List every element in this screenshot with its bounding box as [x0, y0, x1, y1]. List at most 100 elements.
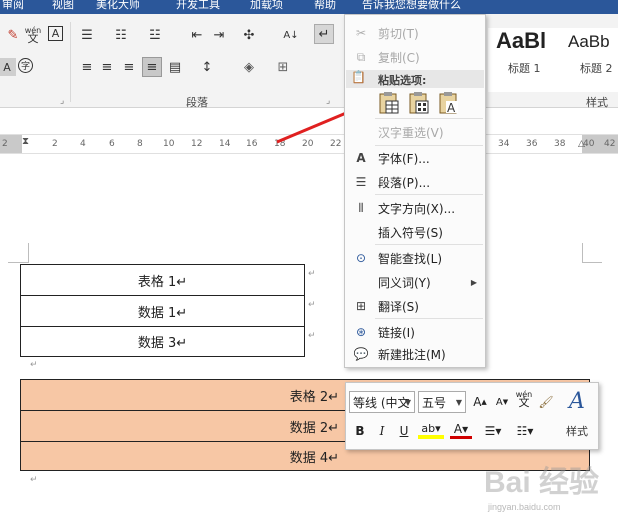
- paragraph-group-launcher-icon[interactable]: ⌟: [326, 96, 330, 106]
- line-spacing-icon[interactable]: ↕: [198, 58, 216, 76]
- tab-view[interactable]: 视图: [52, 0, 74, 12]
- underline-button[interactable]: U: [394, 421, 414, 441]
- distributed-icon[interactable]: ▤: [166, 58, 184, 76]
- enclose-characters-icon[interactable]: 字: [18, 58, 33, 73]
- style-heading2-name: 标题 2: [580, 62, 613, 75]
- grow-font-icon[interactable]: A ▲: [470, 392, 490, 412]
- character-shading-icon[interactable]: A: [0, 58, 16, 76]
- sort-icon[interactable]: A↓: [282, 26, 300, 44]
- menu-item-hanzi-reselect[interactable]: 汉字重选(V): [345, 120, 485, 144]
- font-color-icon[interactable]: A▾: [450, 421, 472, 439]
- paste-keep-text-only-icon[interactable]: A: [437, 91, 461, 117]
- translate-icon: ⊞: [355, 299, 367, 313]
- menu-item-insert-symbol[interactable]: 插入符号(S): [345, 220, 485, 244]
- ruler-number: 10: [163, 139, 175, 149]
- paragraph-mark: ↵: [30, 475, 38, 485]
- ruler-number: 34: [498, 139, 510, 149]
- font-group-launcher-icon[interactable]: ⌟: [60, 96, 64, 106]
- ruler-number: 20: [302, 139, 314, 149]
- tab-review[interactable]: 审阅: [2, 0, 24, 12]
- styles-label[interactable]: 样式: [566, 423, 588, 439]
- paragraph-group-label: 段落: [186, 96, 208, 109]
- ruler-number: 42: [604, 139, 616, 149]
- table1-cell[interactable]: 数据 1↵: [20, 295, 305, 327]
- svg-text:A: A: [447, 101, 456, 115]
- crop-mark: [582, 243, 583, 263]
- crop-mark: [28, 243, 29, 263]
- menu-item-copy[interactable]: ⧉ 复制(C): [345, 45, 485, 69]
- crop-mark: [8, 262, 28, 263]
- menu-item-font[interactable]: A 字体(F)...: [345, 146, 485, 170]
- crop-mark: [582, 262, 602, 263]
- paste-merge-formatting-icon[interactable]: [407, 91, 431, 117]
- ribbon: ✎ wén 文 A A 字 ☰ ☷ ☳ ⇤ ⇥ ✣ A↓ ↵ ≡ ≡ ≡ ≡ ▤ …: [0, 14, 618, 109]
- clear-formatting-icon[interactable]: ✎: [4, 26, 22, 44]
- menu-item-cut[interactable]: ✂ 剪切(T): [345, 21, 485, 45]
- smart-lookup-icon: ⊙: [355, 251, 367, 265]
- font-icon: A: [356, 151, 366, 165]
- link-icon: ⊛: [355, 325, 367, 339]
- justify-icon[interactable]: ≡: [142, 57, 162, 77]
- tab-beautify-master[interactable]: 美化大师: [96, 0, 140, 12]
- tab-addins[interactable]: 加载项: [250, 0, 283, 12]
- phonetic-guide-icon[interactable]: wén 文: [24, 26, 42, 45]
- align-center-icon[interactable]: ≡: [98, 58, 116, 76]
- numbering-icon[interactable]: ☷: [112, 26, 130, 44]
- asian-layout-icon[interactable]: ✣: [240, 26, 258, 44]
- clipboard-icon: 📋: [351, 70, 366, 84]
- align-left-icon[interactable]: ≡: [78, 58, 96, 76]
- tab-help[interactable]: 帮助: [314, 0, 336, 12]
- chevron-down-icon: ▼: [404, 397, 411, 407]
- font-size-select[interactable]: 五号 ▼: [418, 391, 466, 413]
- borders-icon[interactable]: ⊞: [274, 58, 292, 76]
- styles-group-label: 样式: [586, 96, 608, 109]
- first-line-indent-marker-icon[interactable]: ⧗: [22, 136, 29, 147]
- ruler-number: 38: [554, 139, 566, 149]
- tell-me-search[interactable]: 告诉我您想要做什么: [362, 0, 461, 12]
- increase-indent-icon[interactable]: ⇥: [210, 26, 228, 44]
- tab-developer[interactable]: 开发工具: [176, 0, 220, 12]
- multilevel-list-icon[interactable]: ☳: [146, 26, 164, 44]
- bullets-icon[interactable]: ☰: [78, 26, 96, 44]
- ruler-number: 12: [191, 139, 203, 149]
- font-name-select[interactable]: 等线 (中文 ▼: [349, 391, 415, 413]
- menu-item-text-direction[interactable]: ⫴ 文字方向(X)...: [345, 196, 485, 220]
- character-border-icon[interactable]: A: [48, 26, 63, 41]
- italic-button[interactable]: I: [372, 421, 392, 441]
- shrink-font-icon[interactable]: A ▼: [492, 392, 512, 412]
- style-heading1-sample[interactable]: AaBl: [496, 28, 546, 54]
- text-direction-icon: ⫴: [358, 200, 364, 215]
- ruler-number: 6: [109, 139, 115, 149]
- menu-item-translate[interactable]: ⊞ 翻译(S): [345, 294, 485, 318]
- style-heading2-sample[interactable]: AaBb: [568, 32, 610, 52]
- format-painter-icon[interactable]: 🖌: [536, 392, 556, 412]
- table1-cell[interactable]: 数据 3↵: [20, 326, 305, 357]
- context-menu: ✂ 剪切(T) ⧉ 复制(C) 📋 粘贴选项: A 汉字重选(V) A 字体(F…: [344, 14, 486, 368]
- menu-item-synonyms[interactable]: 同义词(Y) ▶: [345, 270, 485, 294]
- highlight-color-icon[interactable]: ab▾: [418, 421, 444, 439]
- decrease-indent-icon[interactable]: ⇤: [188, 26, 206, 44]
- table1-cell[interactable]: 表格 1↵: [20, 264, 305, 296]
- menu-item-new-comment[interactable]: 💬 新建批注(M): [345, 342, 485, 366]
- menu-item-smart-lookup[interactable]: ⊙ 智能查找(L): [345, 246, 485, 270]
- ruler-number: 14: [219, 139, 231, 149]
- styles-gallery-icon[interactable]: A: [562, 387, 592, 415]
- horizontal-ruler[interactable]: ⧗ △ 2 2 4 6 8 10 12 14 16 18 20 22 34 36…: [0, 134, 618, 154]
- show-paragraph-marks-icon[interactable]: ↵: [314, 24, 334, 44]
- bullets-icon[interactable]: ☰▾: [480, 421, 506, 441]
- ruler-number: 36: [526, 139, 538, 149]
- watermark-brand: Bai 经验: [484, 465, 599, 499]
- shading-bucket-icon[interactable]: ◈: [240, 58, 258, 76]
- numbering-icon[interactable]: ☷▾: [512, 421, 538, 441]
- copy-icon: ⧉: [356, 49, 366, 64]
- scissors-icon: ✂: [355, 26, 367, 40]
- align-right-icon[interactable]: ≡: [120, 58, 138, 76]
- ruler-number: 18: [274, 139, 286, 149]
- paste-keep-source-formatting-icon[interactable]: [377, 91, 401, 117]
- menu-item-link[interactable]: ⊛ 链接(I): [345, 320, 485, 344]
- menu-item-paragraph[interactable]: ☰ 段落(P)...: [345, 170, 485, 194]
- bold-button[interactable]: B: [350, 421, 370, 441]
- ruler-number: 22: [330, 139, 342, 149]
- end-of-row-mark: ↵: [308, 331, 316, 341]
- phonetic-guide-icon[interactable]: wén 文: [514, 389, 534, 409]
